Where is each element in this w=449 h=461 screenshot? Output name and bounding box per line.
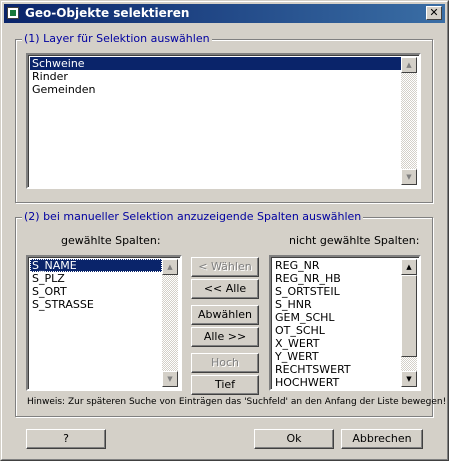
close-button[interactable]: ✕ bbox=[426, 6, 442, 20]
scroll-up-button[interactable]: ▲ bbox=[401, 57, 417, 73]
selected-columns-items: S_NAME S_PLZ S_ORT S_STRASSE bbox=[30, 259, 162, 311]
list-item[interactable]: S_STRASSE bbox=[30, 298, 162, 311]
selected-columns-header: gewählte Spalten: bbox=[61, 234, 161, 247]
unselected-columns-header: nicht gewählte Spalten: bbox=[289, 234, 420, 247]
unselected-columns-items: REG_NR REG_NR_HB S_ORTSTEIL S_HNR GEM_SCHL OT… bbox=[273, 259, 401, 389]
unselected-columns-listbox[interactable]: REG_NR REG_NR_HB S_ORTSTEIL S_HNR GEM_SCHL OT… bbox=[269, 255, 421, 391]
ok-button[interactable]: Ok bbox=[254, 429, 334, 449]
deselect-button[interactable]: Abwählen > bbox=[191, 305, 259, 339]
window-title: Geo-Objekte selektieren bbox=[25, 6, 190, 20]
app-icon bbox=[7, 7, 19, 19]
list-item[interactable]: Rinder bbox=[30, 70, 401, 83]
hint-text: Hinweis: Zur späteren Suche von Einträge… bbox=[27, 397, 447, 407]
list-item[interactable]: REG_NR_HB bbox=[273, 272, 401, 285]
scroll-up-button[interactable]: ▲ bbox=[401, 259, 417, 275]
move-down-button[interactable]: Tief bbox=[191, 375, 259, 395]
list-item[interactable]: Schweine bbox=[30, 57, 401, 70]
list-item[interactable]: RECHTSWERT bbox=[273, 363, 401, 376]
scroll-thumb[interactable] bbox=[401, 275, 417, 357]
help-button[interactable]: ? bbox=[26, 429, 106, 449]
list-item[interactable]: X_WERT bbox=[273, 337, 401, 350]
selected-columns-scrollbar[interactable]: ▲ ▼ bbox=[162, 259, 178, 387]
select-all-button[interactable]: << Alle bbox=[191, 279, 259, 299]
scroll-down-button[interactable]: ▼ bbox=[162, 371, 178, 387]
layer-list-items: Schweine Rinder Gemeinden bbox=[30, 57, 401, 96]
scroll-down-button[interactable]: ▼ bbox=[401, 371, 417, 387]
list-item[interactable]: S_HNR bbox=[273, 298, 401, 311]
list-item[interactable]: REG_NR bbox=[273, 259, 401, 272]
list-item[interactable]: Y_WERT bbox=[273, 350, 401, 363]
list-item[interactable]: S_NAME bbox=[30, 259, 162, 272]
columns-group-label: (2) bei manueller Selektion anzuzeigende… bbox=[22, 210, 364, 223]
deselect-all-button[interactable]: Alle >> bbox=[191, 327, 259, 347]
list-item[interactable]: S_ORTSTEIL bbox=[273, 285, 401, 298]
unselected-columns-scrollbar[interactable]: ▲ ▼ bbox=[401, 259, 417, 387]
scroll-up-button[interactable]: ▲ bbox=[162, 259, 178, 275]
dialog-window: Geo-Objekte selektieren ✕ (1) Layer für … bbox=[0, 0, 449, 461]
list-item[interactable]: OT_SCHL bbox=[273, 324, 401, 337]
layer-listbox[interactable]: Schweine Rinder Gemeinden ▲ ▼ bbox=[26, 53, 421, 189]
list-item[interactable]: HOCHWERT bbox=[273, 376, 401, 389]
selected-columns-listbox[interactable]: S_NAME S_PLZ S_ORT S_STRASSE ▲ ▼ bbox=[26, 255, 182, 391]
cancel-button[interactable]: Abbrechen bbox=[341, 429, 423, 449]
list-item[interactable]: S_PLZ bbox=[30, 272, 162, 285]
list-item[interactable]: GEM_SCHL bbox=[273, 311, 401, 324]
move-up-button[interactable]: Hoch bbox=[191, 353, 259, 373]
scroll-down-button[interactable]: ▼ bbox=[401, 169, 417, 185]
layer-scrollbar[interactable]: ▲ ▼ bbox=[401, 57, 417, 185]
layer-group-label: (1) Layer für Selektion auswählen bbox=[22, 32, 212, 45]
title-bar[interactable]: Geo-Objekte selektieren ✕ bbox=[4, 4, 445, 23]
list-item[interactable]: S_ORT bbox=[30, 285, 162, 298]
select-button[interactable]: < Wählen bbox=[191, 257, 259, 277]
list-item[interactable]: Gemeinden bbox=[30, 83, 401, 96]
